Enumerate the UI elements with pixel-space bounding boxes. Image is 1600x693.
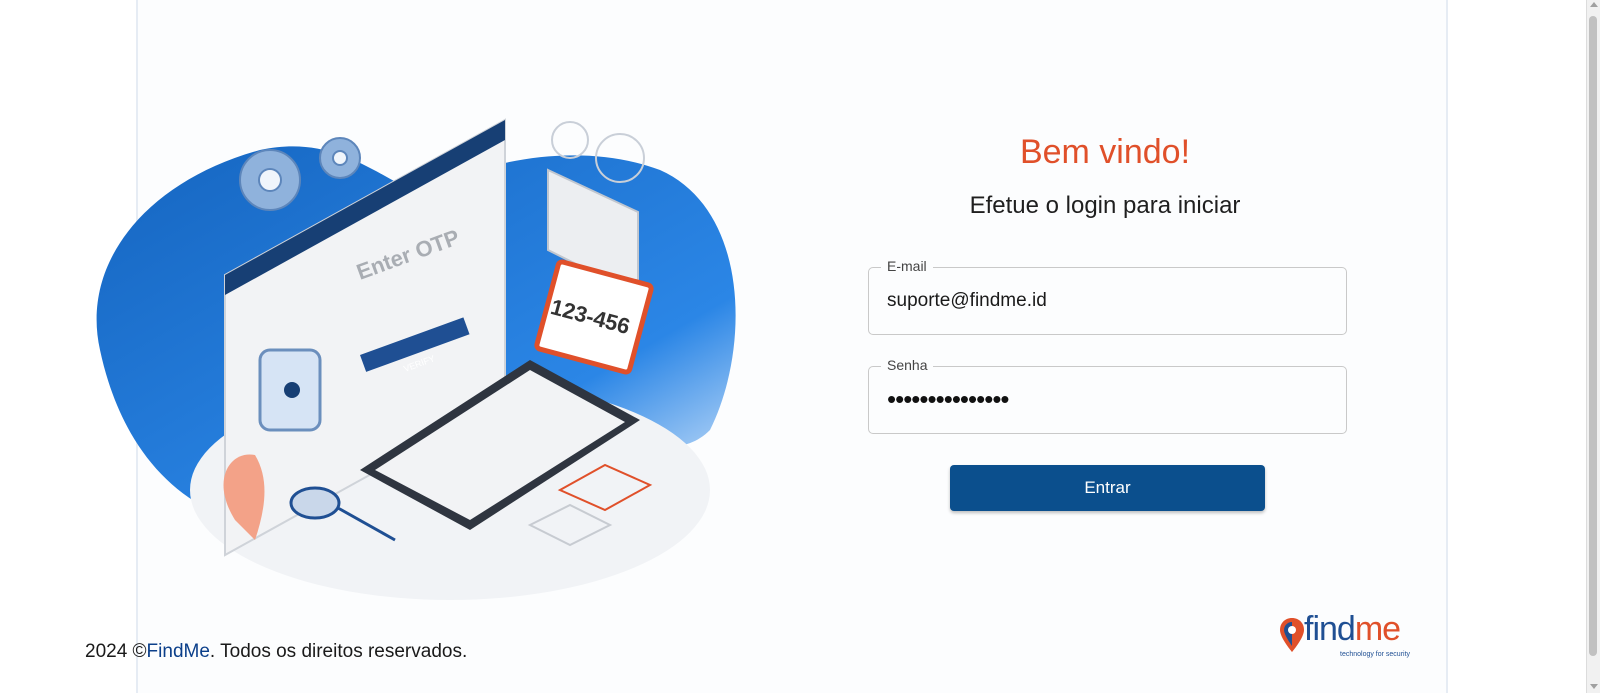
email-label: E-mail bbox=[881, 258, 933, 274]
logo-tagline: technology for security bbox=[1340, 651, 1411, 658]
logo-find: find bbox=[1304, 610, 1356, 648]
password-value[interactable]: ••••••••••••••• bbox=[887, 384, 1010, 415]
email-field[interactable]: E-mail suporte@findme.id bbox=[868, 258, 1347, 335]
otp-illustration: Enter OTP VERIFY 123-456 bbox=[96, 118, 736, 600]
email-value[interactable]: suporte@findme.id bbox=[887, 290, 1047, 312]
login-subtitle: Efetue o login para iniciar bbox=[969, 192, 1241, 219]
gear-icon bbox=[239, 149, 301, 211]
password-label: Senha bbox=[881, 357, 934, 373]
map-pin-icon bbox=[1280, 618, 1304, 652]
logo-me: me bbox=[1354, 610, 1401, 648]
scroll-down-arrow-icon[interactable] bbox=[1590, 684, 1598, 689]
footer-year: 2024 © bbox=[85, 641, 147, 662]
findme-logo: findme technology for security bbox=[1280, 610, 1418, 662]
footer-rights: . Todos os direitos reservados. bbox=[209, 641, 468, 662]
gear-icon bbox=[319, 137, 361, 179]
footer-copyright: 2024 ©FindMe. Todos os direitos reservad… bbox=[85, 641, 467, 663]
scroll-up-arrow-icon[interactable] bbox=[1590, 2, 1598, 7]
welcome-title: Bem vindo! bbox=[1019, 133, 1191, 171]
findme-link[interactable]: FindMe bbox=[147, 641, 210, 662]
vertical-scrollbar[interactable] bbox=[1586, 0, 1600, 693]
lock-icon bbox=[258, 348, 322, 432]
logo-wordmark: findme bbox=[1304, 610, 1401, 649]
password-field[interactable]: Senha ••••••••••••••• bbox=[868, 357, 1347, 434]
login-button[interactable]: Entrar bbox=[950, 465, 1265, 511]
scroll-thumb[interactable] bbox=[1589, 16, 1597, 656]
